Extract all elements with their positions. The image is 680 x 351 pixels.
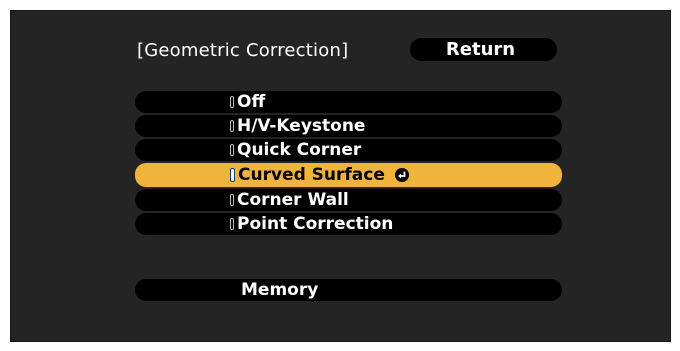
option-curved-surface[interactable]: Curved Surface: [135, 163, 562, 187]
radio-indicator: [230, 194, 234, 206]
enter-icon: [394, 168, 409, 182]
option-point-correction[interactable]: Point Correction: [135, 213, 562, 235]
radio-indicator-selected: [230, 168, 235, 182]
option-label: Off: [237, 92, 266, 112]
option-label: Point Correction: [237, 214, 394, 234]
return-button[interactable]: Return: [410, 38, 557, 61]
option-label: Corner Wall: [237, 190, 349, 210]
option-label: Curved Surface: [238, 165, 385, 185]
option-hv-keystone[interactable]: H/V-Keystone: [135, 115, 562, 137]
option-label: Quick Corner: [237, 140, 362, 160]
projector-menu-screen: [Geometric Correction] Return Off H/V-Ke…: [10, 10, 671, 342]
radio-indicator: [230, 144, 234, 156]
option-off[interactable]: Off: [135, 91, 562, 113]
radio-indicator: [230, 96, 234, 108]
menu-title: [Geometric Correction]: [137, 39, 349, 61]
correction-options-list: Off H/V-Keystone Quick Corner Curved Sur…: [135, 91, 562, 237]
menu-header: [Geometric Correction]: [137, 37, 348, 63]
memory-button[interactable]: Memory: [135, 279, 562, 301]
option-label: H/V-Keystone: [237, 116, 366, 136]
option-quick-corner[interactable]: Quick Corner: [135, 139, 562, 161]
radio-indicator: [230, 218, 234, 230]
option-corner-wall[interactable]: Corner Wall: [135, 189, 562, 211]
radio-indicator: [230, 120, 234, 132]
